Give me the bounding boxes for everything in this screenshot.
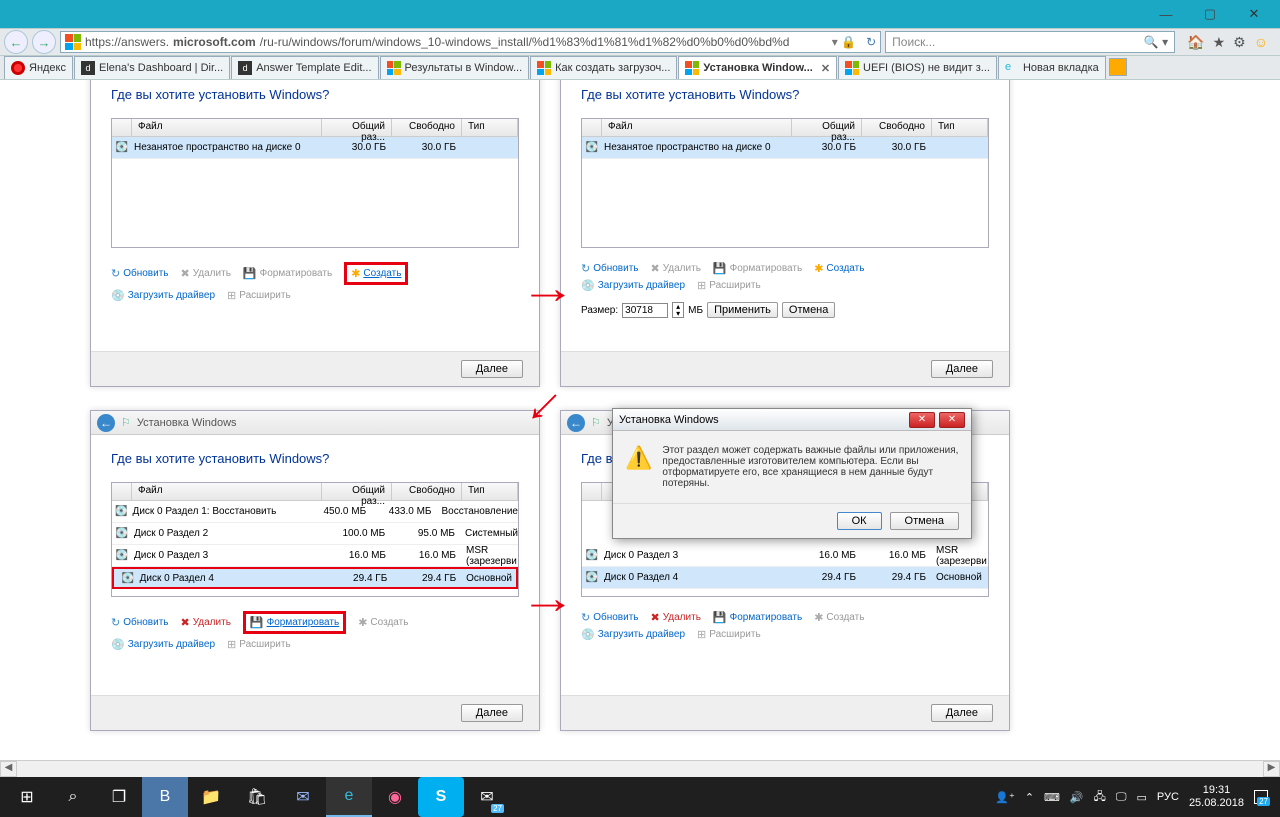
maximize-button[interactable]: ▢ <box>1188 3 1232 25</box>
disk-row[interactable]: 💽Диск 0 Раздел 316.0 МБ16.0 МБMSR (зарез… <box>112 545 518 567</box>
tab-new[interactable]: eНовая вкладка <box>998 56 1106 79</box>
notification-center[interactable]: 27 <box>1254 790 1268 804</box>
extend-tool: ⊞Расширить <box>227 289 291 302</box>
tray-up-icon[interactable]: ⌃ <box>1025 791 1034 804</box>
taskview-button[interactable]: ❐ <box>96 777 142 817</box>
disk-row-selected[interactable]: 💽Диск 0 Раздел 429.4 ГБ29.4 ГБОсновной <box>582 567 988 589</box>
address-bar[interactable]: https://answers. microsoft.com/ru-ru/wind… <box>60 31 881 53</box>
page-content: Где вы хотите установить Windows? Файл О… <box>0 80 1280 760</box>
disk-row[interactable]: 💽Диск 0 Раздел 316.0 МБ16.0 МБMSR (зарез… <box>582 545 988 567</box>
popup-cancel-button[interactable]: Отмена <box>890 512 959 530</box>
format-tool[interactable]: 💾Форматировать <box>243 611 346 634</box>
close-button[interactable]: ✕ <box>1232 3 1276 25</box>
tab-close-icon[interactable]: ✕ <box>821 62 830 75</box>
keyboard-icon[interactable]: ⌨ <box>1044 791 1060 804</box>
url-prefix: https://answers. <box>85 35 169 49</box>
search-placeholder: Поиск... <box>892 35 935 49</box>
next-button[interactable]: Далее <box>931 704 993 722</box>
settings-icon[interactable]: ⚙ <box>1233 34 1246 51</box>
mail-app[interactable]: ✉ <box>280 777 326 817</box>
installer-dialog-2: Где вы хотите установить Windows? Файл О… <box>560 80 1010 387</box>
outlook-app[interactable]: ✉27 <box>464 777 510 817</box>
arrow-right-icon: → <box>520 262 576 314</box>
store-app[interactable]: 🛍 <box>234 777 280 817</box>
disk-grid[interactable]: Файл Общий раз... Свободно Тип 💽 Незанят… <box>111 118 519 248</box>
tab-results[interactable]: Результаты в Window... <box>380 56 530 79</box>
site-icon <box>65 34 81 50</box>
forward-button[interactable]: → <box>32 30 56 54</box>
apply-button[interactable]: Применить <box>707 302 778 318</box>
ie-app[interactable]: e <box>326 777 372 817</box>
disk-row[interactable]: 💽Диск 0 Раздел 1: Восстановить450.0 МБ43… <box>112 501 518 523</box>
back-icon[interactable]: ← <box>97 414 115 432</box>
search-button[interactable]: ⌕ <box>50 777 96 817</box>
window-titlebar: — ▢ ✕ <box>0 0 1280 28</box>
tab-bootable[interactable]: Как создать загрузоч... <box>530 56 677 79</box>
popup-title: Установка Windows <box>619 414 719 426</box>
refresh-tool[interactable]: ↻Обновить <box>111 262 169 285</box>
create-tool[interactable]: ✱Создать <box>814 262 864 275</box>
tab-install[interactable]: Установка Window...✕ <box>678 56 837 79</box>
screen-icon[interactable]: ▭ <box>1137 791 1147 804</box>
installer-dialog-1: Где вы хотите установить Windows? Файл О… <box>90 80 540 387</box>
browser-toolbar: ← → https://answers. microsoft.com/ru-ru/… <box>0 28 1280 56</box>
vk-app[interactable]: B <box>142 777 188 817</box>
next-button[interactable]: Далее <box>461 704 523 722</box>
popup-text: Этот раздел может содержать важные файлы… <box>662 445 959 489</box>
back-button[interactable]: ← <box>4 30 28 54</box>
popup-ok-button[interactable]: ОК <box>837 512 882 530</box>
next-button[interactable]: Далее <box>461 360 523 378</box>
home-icon[interactable]: 🏠 <box>1187 34 1204 51</box>
language-indicator[interactable]: РУС <box>1157 791 1179 803</box>
warning-popup: Установка Windows ✕ ✕ ⚠️ Этот раздел мож… <box>612 408 972 539</box>
popup-close-x1[interactable]: ✕ <box>909 412 935 428</box>
warning-icon: ⚠️ <box>625 445 652 489</box>
skype-app[interactable]: S <box>418 777 464 817</box>
create-tool[interactable]: ✱Создать <box>344 262 408 285</box>
tab-template[interactable]: dAnswer Template Edit... <box>231 56 378 79</box>
smile-icon[interactable]: ☺ <box>1254 34 1268 51</box>
popup-close-x2[interactable]: ✕ <box>939 412 965 428</box>
favorites-icon[interactable]: ★ <box>1213 34 1226 51</box>
dialog-heading: Где вы хотите установить Windows? <box>111 87 519 102</box>
tab-elena[interactable]: dElena's Dashboard | Dir... <box>74 56 230 79</box>
url-host: microsoft.com <box>173 35 256 49</box>
monitor-icon[interactable]: 🖵 <box>1116 791 1127 804</box>
search-box[interactable]: Поиск... 🔍 ▾ <box>885 31 1175 53</box>
refresh-tool[interactable]: ↻Обновить <box>581 262 639 275</box>
tab-uefi[interactable]: UEFI (BIOS) не видит з... <box>838 56 997 79</box>
delete-tool: ✖Удалить <box>181 262 231 285</box>
start-button[interactable]: ⊞ <box>4 777 50 817</box>
people-icon[interactable]: 👤⁺ <box>995 791 1015 804</box>
size-input[interactable] <box>622 303 668 318</box>
next-button[interactable]: Далее <box>931 360 993 378</box>
flag-icon: ⚐ <box>121 416 131 429</box>
installer-dialog-3: ← ⚐ Установка Windows Где вы хотите уста… <box>90 410 540 731</box>
taskbar: ⊞ ⌕ ❐ B 📁 🛍 ✉ e ◉ S ✉27 👤⁺ ⌃ ⌨ 🔊 🖧 🖵 ▭ Р… <box>0 777 1280 817</box>
explorer-app[interactable]: 📁 <box>188 777 234 817</box>
minimize-button[interactable]: — <box>1144 3 1188 25</box>
dialog-titlebar: ← ⚐ Установка Windows <box>91 411 539 435</box>
volume-icon[interactable]: 🔊 <box>1070 791 1084 804</box>
arrow-right-icon: → <box>520 572 576 624</box>
clock[interactable]: 19:31 25.08.2018 <box>1189 784 1244 810</box>
tab-yandex[interactable]: Яндекс <box>4 56 73 79</box>
disk-row-unallocated[interactable]: 💽 Незанятое пространство на диске 0 30.0… <box>582 137 988 159</box>
disk-row-selected[interactable]: 💽Диск 0 Раздел 429.4 ГБ29.4 ГБОсновной <box>112 567 518 589</box>
app-disc[interactable]: ◉ <box>372 777 418 817</box>
format-tool: 💾Форматировать <box>243 262 332 285</box>
notification-badge[interactable] <box>1109 58 1127 76</box>
load-driver-tool[interactable]: 💿Загрузить драйвер <box>111 289 215 302</box>
disk-grid[interactable]: Файл Общий раз... Свободно Тип 💽 Незанят… <box>581 118 989 248</box>
horizontal-scrollbar[interactable]: ◀▶ <box>0 760 1280 777</box>
disk-row-unallocated[interactable]: 💽 Незанятое пространство на диске 0 30.0… <box>112 137 518 159</box>
disk-row[interactable]: 💽Диск 0 Раздел 2100.0 МБ95.0 МБСистемный <box>112 523 518 545</box>
network-icon[interactable]: 🖧 <box>1094 788 1106 807</box>
url-rest: /ru-ru/windows/forum/windows_10-windows_… <box>260 35 790 49</box>
tab-strip: Яндекс dElena's Dashboard | Dir... dAnsw… <box>0 56 1280 80</box>
cancel-button[interactable]: Отмена <box>782 302 835 318</box>
disk-grid[interactable]: Файл Общий раз... Свободно Тип 💽Диск 0 Р… <box>111 482 519 597</box>
delete-tool[interactable]: ✖Удалить <box>181 611 231 634</box>
